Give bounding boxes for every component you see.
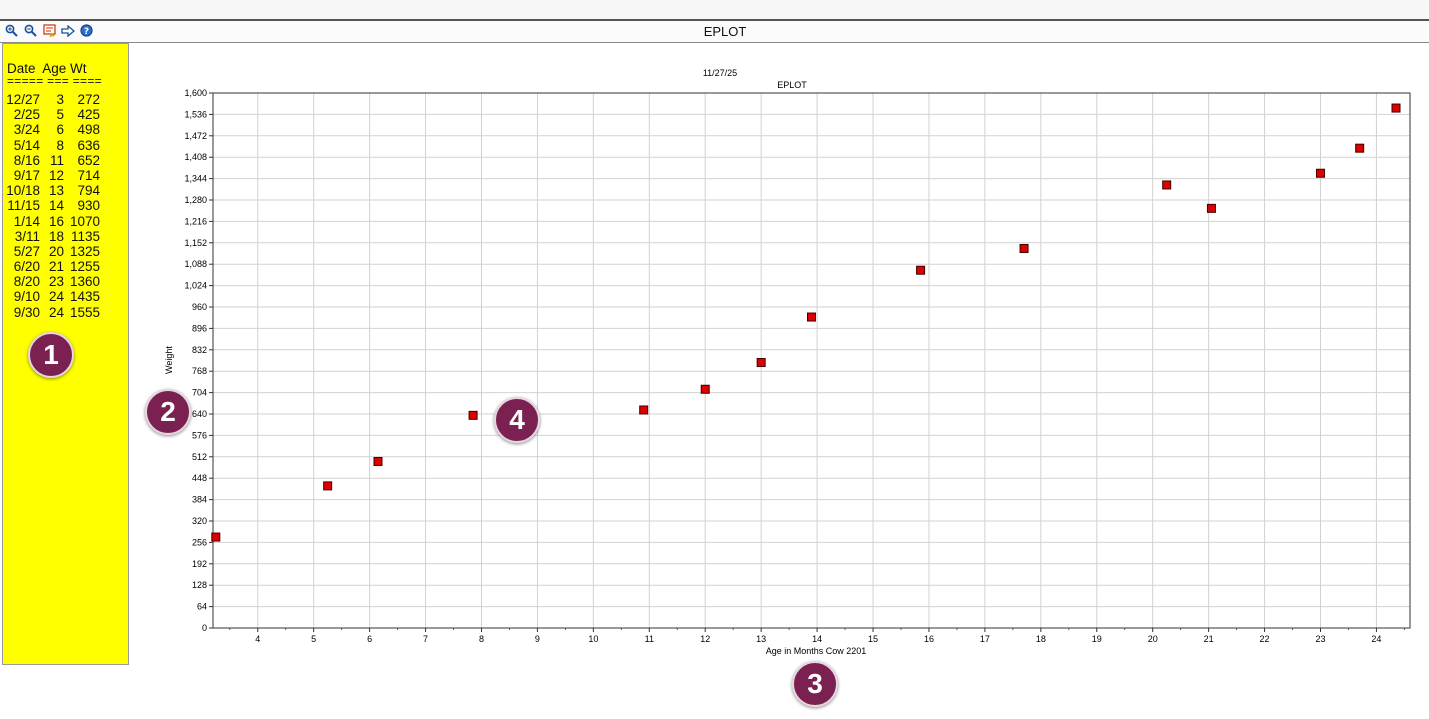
data-point (639, 405, 649, 415)
x-tick-label: 13 (756, 634, 766, 644)
y-tick-label: 384 (192, 495, 207, 505)
y-tick-label: 704 (192, 388, 207, 398)
y-tick-label: 1,152 (184, 238, 207, 248)
data-point (468, 410, 478, 420)
y-tick-label: 832 (192, 345, 207, 355)
y-tick-label: 64 (197, 602, 207, 612)
y-tick-label: 576 (192, 430, 207, 440)
x-tick-label: 16 (924, 634, 934, 644)
x-tick-label: 8 (479, 634, 484, 644)
plot-area (212, 92, 1411, 629)
y-tick-label: 1,408 (184, 152, 207, 162)
y-tick-label: 1,280 (184, 195, 207, 205)
chart-title: EPLOT (777, 80, 807, 90)
x-axis-ticks: 4 5 6 7 8 9 10 11 12 13 14 15 16 17 18 19 20 21 22 23 24 (229, 628, 1405, 644)
data-point (1206, 203, 1216, 213)
data-point (323, 481, 333, 491)
chart-date: 11/27/25 (703, 68, 737, 78)
y-tick-label: 512 (192, 452, 207, 462)
data-point (1391, 103, 1401, 113)
x-axis-label: Age in Months Cow 2201 (766, 646, 867, 656)
y-tick-label: 960 (192, 302, 207, 312)
x-tick-label: 24 (1371, 634, 1381, 644)
x-tick-label: 12 (700, 634, 710, 644)
callout-marker-2: 2 (145, 389, 191, 435)
data-point (373, 456, 383, 466)
y-tick-label: 1,024 (184, 281, 207, 291)
x-tick-label: 23 (1315, 634, 1325, 644)
data-points (211, 103, 1401, 542)
y-tick-label: 1,344 (184, 174, 207, 184)
callout-marker-1: 1 (28, 332, 74, 378)
y-tick-label: 1,216 (184, 216, 207, 226)
chart-grid (213, 92, 1410, 629)
x-tick-label: 9 (535, 634, 540, 644)
x-tick-label: 4 (255, 634, 260, 644)
y-tick-label: 192 (192, 559, 207, 569)
callout-marker-4: 4 (494, 397, 540, 443)
x-tick-label: 22 (1260, 634, 1270, 644)
x-tick-label: 7 (423, 634, 428, 644)
x-tick-label: 11 (645, 634, 654, 644)
y-tick-label: 640 (192, 409, 207, 419)
y-tick-label: 768 (192, 366, 207, 376)
scatter-chart: 11/27/25 EPLOT 0641281922563203844485125… (164, 68, 1411, 656)
x-tick-label: 15 (868, 634, 878, 644)
y-tick-label: 0 (202, 623, 207, 633)
data-point (807, 312, 816, 322)
x-tick-label: 21 (1204, 634, 1214, 644)
data-point (1162, 180, 1172, 190)
x-tick-label: 17 (980, 634, 990, 644)
callout-marker-3: 3 (792, 661, 838, 707)
y-axis-label: Weight (164, 346, 174, 374)
y-tick-label: 128 (192, 580, 207, 590)
x-tick-label: 19 (1092, 634, 1102, 644)
data-point (700, 384, 710, 394)
data-point (1019, 243, 1029, 253)
data-point (756, 358, 766, 368)
data-point (916, 265, 926, 275)
y-tick-label: 1,088 (184, 259, 207, 269)
data-point (1355, 143, 1365, 153)
y-tick-label: 1,600 (184, 88, 207, 98)
data-point (1316, 168, 1326, 178)
data-point (211, 532, 221, 542)
x-tick-label: 20 (1148, 634, 1158, 644)
y-axis-ticks: 0 64 128 192 256 320 384 448 512 576 640 704 768 832 8… (184, 88, 213, 633)
x-tick-label: 10 (588, 634, 598, 644)
y-tick-label: 1,472 (184, 131, 207, 141)
y-tick-label: 320 (192, 516, 207, 526)
y-tick-label: 896 (192, 323, 207, 333)
x-tick-label: 14 (812, 634, 822, 644)
y-tick-label: 448 (192, 473, 207, 483)
y-tick-label: 256 (192, 537, 207, 547)
x-tick-label: 18 (1036, 634, 1046, 644)
x-tick-label: 6 (367, 634, 372, 644)
x-tick-label: 5 (311, 634, 316, 644)
y-tick-label: 1,536 (184, 109, 207, 119)
